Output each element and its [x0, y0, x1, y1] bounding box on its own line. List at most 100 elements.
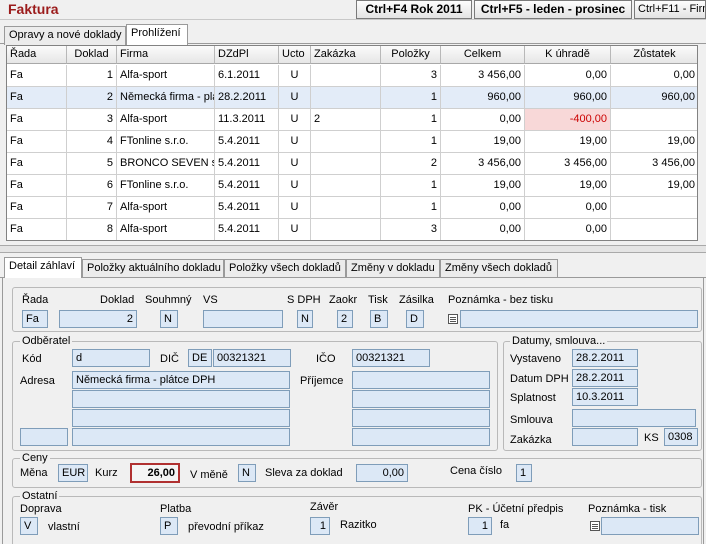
cell-ucto[interactable]: U [279, 175, 311, 197]
cell-zustatek[interactable] [611, 109, 697, 131]
cell-ucto[interactable]: U [279, 65, 311, 87]
v-mene-field[interactable]: N [238, 464, 256, 482]
cell-rada[interactable]: Fa [7, 219, 67, 240]
firm-button[interactable]: Ctrl+F11 - Firm [634, 0, 706, 19]
kurz-field[interactable]: 26,00 [130, 463, 180, 483]
zakazka-field[interactable] [572, 428, 638, 446]
smlouva-field[interactable] [572, 409, 696, 427]
cell-rada[interactable]: Fa [7, 175, 67, 197]
period-button[interactable]: Ctrl+F5 - leden - prosinec [474, 0, 632, 19]
cell-celkem[interactable]: 0,00 [441, 219, 525, 240]
cell-ucto[interactable]: U [279, 197, 311, 219]
cell-zustatek[interactable]: 19,00 [611, 175, 697, 197]
doklad-field[interactable]: 2 [59, 310, 137, 328]
cell-k-uhrade[interactable]: 0,00 [525, 197, 611, 219]
cell-polozky[interactable]: 1 [381, 175, 441, 197]
cell-celkem[interactable]: 0,00 [441, 109, 525, 131]
cell-dzdpl[interactable]: 5.4.2011 [215, 153, 279, 175]
adresa-line-1[interactable]: Německá firma - plátce DPH [72, 371, 290, 389]
rada-field[interactable]: Fa [22, 310, 48, 328]
prijemce-line-1[interactable] [352, 371, 490, 389]
cell-polozky[interactable]: 1 [381, 197, 441, 219]
cell-polozky[interactable]: 3 [381, 219, 441, 240]
adresa-extra-field[interactable] [20, 428, 68, 446]
cell-ucto[interactable]: U [279, 219, 311, 240]
cell-doklad[interactable]: 4 [67, 131, 117, 153]
memo-icon[interactable] [448, 314, 458, 324]
cell-dzdpl[interactable]: 11.3.2011 [215, 109, 279, 131]
zasilka-field[interactable]: D [406, 310, 424, 328]
cell-dzdpl[interactable]: 6.1.2011 [215, 65, 279, 87]
cell-polozky[interactable]: 2 [381, 153, 441, 175]
prijemce-line-2[interactable] [352, 390, 490, 408]
cell-zustatek[interactable]: 0,00 [611, 65, 697, 87]
cell-zustatek[interactable]: 960,00 [611, 87, 697, 109]
vs-field[interactable] [203, 310, 283, 328]
cell-celkem[interactable]: 3 456,00 [441, 65, 525, 87]
column-header-zustatek[interactable]: Zůstatek [611, 46, 697, 64]
cell-doklad[interactable]: 5 [67, 153, 117, 175]
cell-k-uhrade[interactable]: 0,00 [525, 219, 611, 240]
cell-rada[interactable]: Fa [7, 153, 67, 175]
splatnost-field[interactable]: 10.3.2011 [572, 388, 638, 406]
cell-dzdpl[interactable]: 5.4.2011 [215, 175, 279, 197]
cell-celkem[interactable]: 3 456,00 [441, 153, 525, 175]
tisk-field[interactable]: B [370, 310, 388, 328]
column-header-rada[interactable]: Řada [7, 46, 67, 64]
cell-firma[interactable]: BRONCO SEVEN s [117, 153, 215, 175]
cell-zakazka[interactable] [311, 87, 381, 109]
tab-opravy[interactable]: Opravy a nové doklady [4, 26, 126, 45]
cell-doklad[interactable]: 6 [67, 175, 117, 197]
cell-dzdpl[interactable]: 5.4.2011 [215, 131, 279, 153]
dic-prefix-field[interactable]: DE [188, 349, 212, 367]
cell-doklad[interactable]: 7 [67, 197, 117, 219]
cell-dzdpl[interactable]: 5.4.2011 [215, 219, 279, 240]
splitter[interactable] [0, 245, 706, 253]
cell-k-uhrade[interactable]: 0,00 [525, 65, 611, 87]
cell-celkem[interactable]: 0,00 [441, 197, 525, 219]
cell-dzdpl[interactable]: 28.2.2011 [215, 87, 279, 109]
souhmny-field[interactable]: N [160, 310, 178, 328]
datum-dph-field[interactable]: 28.2.2011 [572, 369, 638, 387]
cell-celkem[interactable]: 960,00 [441, 87, 525, 109]
doprava-code-field[interactable]: V [20, 517, 38, 535]
cell-celkem[interactable]: 19,00 [441, 175, 525, 197]
poznamka-field[interactable] [460, 310, 698, 328]
tab-zmeny-vsech[interactable]: Změny všech dokladů [440, 259, 558, 278]
cell-ucto[interactable]: U [279, 153, 311, 175]
cell-polozky[interactable]: 1 [381, 109, 441, 131]
cell-zakazka[interactable]: 2 [311, 109, 381, 131]
cell-zakazka[interactable] [311, 197, 381, 219]
cell-k-uhrade[interactable]: 19,00 [525, 131, 611, 153]
column-header-doklad[interactable]: Doklad [67, 46, 117, 64]
cell-polozky[interactable]: 1 [381, 87, 441, 109]
adresa-line-4[interactable] [72, 428, 290, 446]
cell-polozky[interactable]: 1 [381, 131, 441, 153]
platba-code-field[interactable]: P [160, 517, 178, 535]
cell-zakazka[interactable] [311, 219, 381, 240]
cena-cislo-field[interactable]: 1 [516, 464, 532, 482]
cell-doklad[interactable]: 3 [67, 109, 117, 131]
cell-doklad[interactable]: 8 [67, 219, 117, 240]
cell-ucto[interactable]: U [279, 87, 311, 109]
column-header-dzdpl[interactable]: DZdPl [215, 46, 279, 64]
tab-polozky-aktualniho[interactable]: Položky aktuálního dokladu [82, 259, 224, 278]
cell-ucto[interactable]: U [279, 131, 311, 153]
cell-firma[interactable]: Alfa-sport [117, 65, 215, 87]
column-header-k-uhrade[interactable]: K úhradě [525, 46, 611, 64]
cell-polozky[interactable]: 3 [381, 65, 441, 87]
adresa-line-3[interactable] [72, 409, 290, 427]
cell-rada[interactable]: Fa [7, 197, 67, 219]
cell-rada[interactable]: Fa [7, 87, 67, 109]
zaver-code-field[interactable]: 1 [310, 517, 330, 535]
cell-firma[interactable]: Alfa-sport [117, 197, 215, 219]
kod-field[interactable]: d [72, 349, 150, 367]
adresa-line-2[interactable] [72, 390, 290, 408]
cell-firma[interactable]: Německá firma - plá [117, 87, 215, 109]
cell-zustatek[interactable]: 19,00 [611, 131, 697, 153]
pk-code-field[interactable]: 1 [468, 517, 492, 535]
tab-polozky-vsech[interactable]: Položky všech dokladů [224, 259, 346, 278]
tab-detail-zahlavi[interactable]: Detail záhlaví [4, 257, 82, 278]
vystaveno-field[interactable]: 28.2.2011 [572, 349, 638, 367]
sleva-field[interactable]: 0,00 [356, 464, 408, 482]
